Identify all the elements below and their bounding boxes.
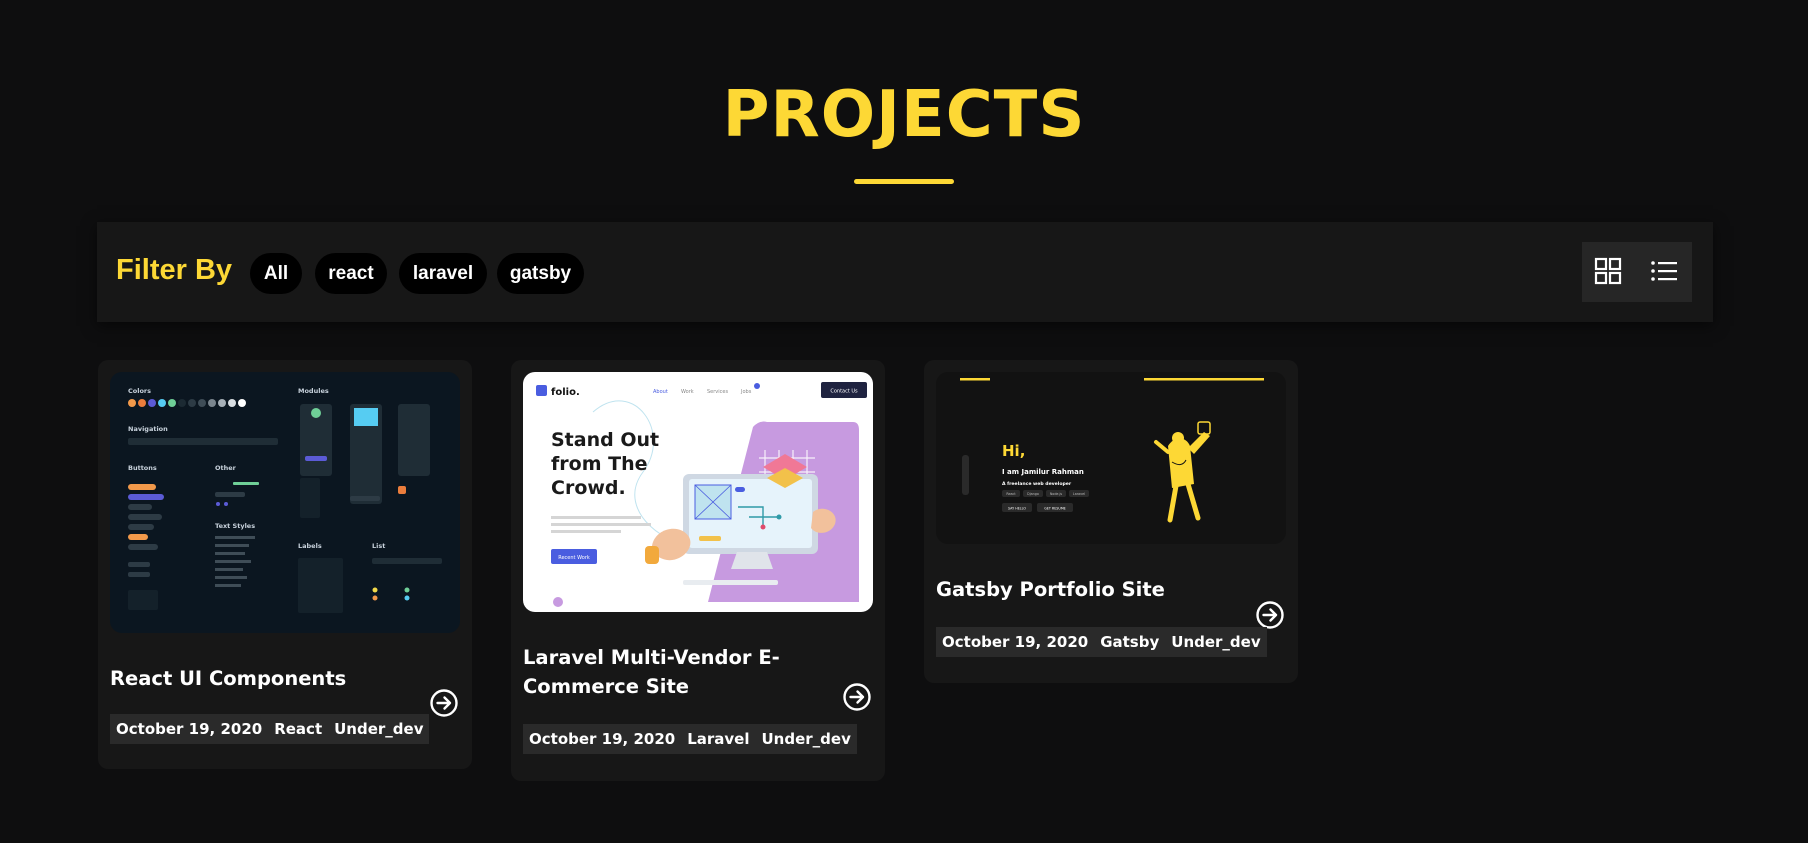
project-date: October 19, 2020	[942, 633, 1089, 651]
project-status: Under_dev	[334, 720, 424, 738]
project-meta: October 19, 2020 Laravel Under_dev	[523, 724, 857, 754]
svg-text:List: List	[372, 542, 385, 550]
project-thumbnail: Hi, I am Jamilur Rahman A freelance web …	[936, 372, 1286, 544]
svg-text:Stand Out: Stand Out	[551, 429, 659, 451]
project-tech: React	[274, 720, 323, 738]
page-title: PROJECTS	[722, 78, 1086, 152]
svg-text:Contact Us: Contact Us	[830, 389, 858, 395]
filter-chip-all[interactable]: All	[250, 253, 302, 294]
project-meta: October 19, 2020 React Under_dev	[110, 714, 430, 744]
svg-text:folio.: folio.	[551, 387, 580, 398]
filter-bar: Filter By All react laravel gatsby	[97, 222, 1713, 322]
grid-icon[interactable]	[1593, 256, 1623, 286]
svg-text:Colors: Colors	[128, 387, 151, 395]
project-card-react[interactable]: Colors Navigation Buttons Other Text Sty…	[98, 360, 472, 769]
svg-text:Labels: Labels	[298, 542, 322, 550]
svg-text:Other: Other	[215, 464, 237, 472]
project-title[interactable]: React UI Components	[110, 664, 430, 693]
title-underline	[854, 179, 954, 184]
svg-text:About: About	[653, 389, 668, 395]
svg-text:Navigation: Navigation	[128, 425, 168, 433]
svg-text:Django: Django	[1027, 492, 1039, 496]
project-title[interactable]: Laravel Multi-Vendor E-Commerce Site	[523, 643, 843, 701]
filter-chip-react[interactable]: react	[315, 253, 387, 294]
project-card-gatsby[interactable]: Hi, I am Jamilur Rahman A freelance web …	[924, 360, 1298, 683]
svg-text:Buttons: Buttons	[128, 464, 157, 472]
project-tech: Gatsby	[1100, 633, 1160, 651]
project-thumbnail: Colors Navigation Buttons Other Text Sty…	[110, 372, 460, 633]
project-date: October 19, 2020	[116, 720, 263, 738]
project-status: Under_dev	[1171, 633, 1261, 651]
project-date: October 19, 2020	[529, 730, 676, 748]
svg-text:Recent Work: Recent Work	[558, 555, 590, 561]
filter-chip-gatsby[interactable]: gatsby	[497, 253, 584, 294]
svg-text:Node.js: Node.js	[1050, 492, 1063, 496]
svg-text:Services: Services	[707, 389, 728, 395]
project-card-laravel[interactable]: folio. About Work Services Jobs Contact …	[511, 360, 885, 781]
svg-text:React: React	[1006, 492, 1016, 496]
filter-label: Filter By	[116, 254, 233, 286]
project-meta: October 19, 2020 Gatsby Under_dev	[936, 627, 1267, 657]
arrow-right-circle-icon[interactable]	[429, 688, 459, 718]
svg-text:Crowd.: Crowd.	[551, 477, 626, 499]
svg-text:GET RESUME: GET RESUME	[1044, 507, 1066, 511]
project-thumbnail: folio. About Work Services Jobs Contact …	[523, 372, 873, 612]
svg-text:Laravel: Laravel	[1073, 492, 1085, 496]
project-status: Under_dev	[761, 730, 851, 748]
list-icon[interactable]	[1649, 256, 1679, 286]
arrow-right-circle-icon[interactable]	[1255, 600, 1285, 630]
filter-chip-laravel[interactable]: laravel	[399, 253, 487, 294]
svg-text:Jobs: Jobs	[740, 389, 752, 395]
project-tech: Laravel	[687, 730, 750, 748]
svg-text:Work: Work	[681, 389, 694, 395]
svg-text:Modules: Modules	[298, 387, 329, 395]
svg-text:Hi,: Hi,	[1002, 442, 1025, 460]
project-title[interactable]: Gatsby Portfolio Site	[936, 575, 1256, 604]
svg-text:from The: from The	[551, 453, 647, 475]
arrow-right-circle-icon[interactable]	[842, 682, 872, 712]
svg-text:SAY HELLO: SAY HELLO	[1008, 507, 1026, 511]
view-toggle	[1582, 242, 1692, 302]
svg-text:A freelance web developer: A freelance web developer	[1002, 481, 1072, 487]
svg-text:I am Jamilur Rahman: I am Jamilur Rahman	[1002, 468, 1084, 476]
svg-text:Text Styles: Text Styles	[215, 522, 255, 530]
